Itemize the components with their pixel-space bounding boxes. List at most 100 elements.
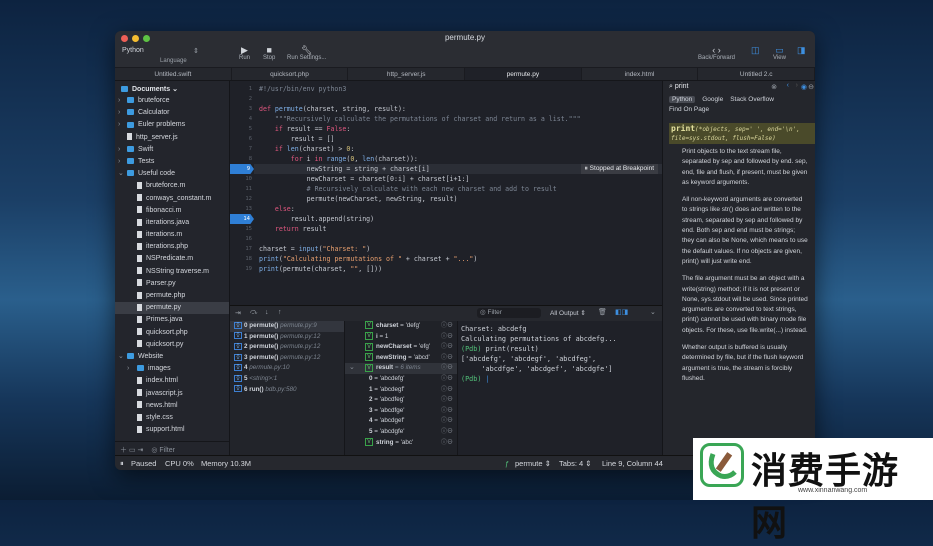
chevron-down-icon[interactable]: ⌄	[118, 168, 124, 180]
sidebar-header[interactable]: Documents ⌄	[115, 81, 229, 95]
sidebar-item[interactable]: Primes.java	[115, 314, 229, 326]
sidebar-item[interactable]: bruteforce.m	[115, 180, 229, 192]
stack-frame[interactable]: {} 4 permute.py:10	[230, 363, 344, 374]
variable-row[interactable]: Vstring = 'abc' ⓘ⊖	[345, 437, 457, 449]
sidebar-filter-input[interactable]: Filter	[159, 447, 175, 454]
console-filter-input[interactable]: ◎ Filter	[477, 308, 541, 318]
debug-console[interactable]: Charset: abcdefg Calculating permutations…	[458, 321, 662, 455]
line-number[interactable]: 10	[230, 174, 252, 184]
stack-frame[interactable]: {} 6 run() bdb.py:580	[230, 385, 344, 396]
docs-tab-python[interactable]: Python	[669, 96, 696, 103]
inspect-icons[interactable]: ⓘ⊖	[441, 321, 453, 332]
sidebar-item[interactable]: › Swift	[115, 144, 229, 156]
back-forward-button[interactable]: ‹ › Back/Forward	[698, 45, 735, 61]
new-folder-icon[interactable]: ▭	[129, 447, 136, 454]
chevron-right-icon[interactable]: ›	[118, 144, 120, 156]
docs-tab-find-on-page[interactable]: Find On Page	[669, 106, 709, 113]
run-settings-button[interactable]: 🔧︎ Run Settings...	[287, 45, 326, 61]
variable-row[interactable]: 0 = 'abcdefg' ⓘ⊖	[345, 374, 457, 385]
sidebar-item[interactable]: javascript.js	[115, 388, 229, 400]
line-number[interactable]: 4	[230, 114, 252, 124]
inspect-icons[interactable]: ⓘ⊖	[441, 427, 453, 438]
trash-icon[interactable]: 🗑︎	[598, 308, 607, 316]
variable-row[interactable]: VnewString = 'abcd' ⓘ⊖	[345, 353, 457, 364]
sidebar-item[interactable]: ⌄ Useful code	[115, 168, 229, 180]
docs-search-input[interactable]: print	[675, 83, 689, 90]
variable-row[interactable]: VnewCharset = 'efg' ⓘ⊖	[345, 342, 457, 353]
step-into-icon[interactable]: ↓	[265, 309, 269, 316]
variable-row[interactable]: 4 = 'abcdgef' ⓘ⊖	[345, 416, 457, 427]
run-button[interactable]: ▶ Run	[239, 45, 250, 61]
breakpoint-marker[interactable]: 14	[230, 214, 254, 224]
line-number[interactable]: 18	[230, 254, 252, 264]
line-number[interactable]: 11	[230, 184, 252, 194]
stop-button[interactable]: ■ Stop	[263, 45, 275, 61]
line-number[interactable]: 2	[230, 94, 252, 104]
chevron-right-icon[interactable]: ›	[118, 156, 120, 168]
sidebar-item[interactable]: conways_constant.m	[115, 193, 229, 205]
sidebar-item[interactable]: permute.php	[115, 290, 229, 302]
sidebar-item[interactable]: news.html	[115, 400, 229, 412]
line-number[interactable]: 1	[230, 84, 252, 94]
line-number[interactable]: 13	[230, 204, 252, 214]
sidebar-item[interactable]: › Calculator	[115, 107, 229, 119]
line-number[interactable]: 17	[230, 244, 252, 254]
variable-row[interactable]: 5 = 'abcdgfe' ⓘ⊖	[345, 427, 457, 438]
chevron-down-icon[interactable]: ⌄	[650, 308, 656, 316]
sidebar-item[interactable]: › Tests	[115, 156, 229, 168]
sidebar-item[interactable]: iterations.m	[115, 229, 229, 241]
tabs-select[interactable]: Tabs: 4 ⇕	[559, 459, 592, 468]
line-number[interactable]: 19	[230, 264, 252, 274]
variable-row[interactable]: 3 = 'abcdfge' ⓘ⊖	[345, 406, 457, 417]
toggle-sidebar-button[interactable]: ◫	[751, 45, 760, 55]
variable-row[interactable]: Vi = 1 ⓘ⊖	[345, 331, 457, 343]
chevron-right-icon[interactable]: ›	[127, 363, 129, 375]
inspect-icons[interactable]: ⓘ⊖	[441, 385, 453, 396]
inspect-icons[interactable]: ⓘ⊖	[441, 395, 453, 406]
line-number[interactable]: 12	[230, 194, 252, 204]
sidebar-item[interactable]: › bruteforce	[115, 95, 229, 107]
chevron-down-icon[interactable]: ⌄	[118, 351, 124, 363]
sidebar-item[interactable]: Parser.py	[115, 278, 229, 290]
tab-untitled-swift[interactable]: Untitled.swift	[115, 68, 232, 80]
chevron-right-icon[interactable]: ›	[796, 82, 798, 89]
inspect-icons[interactable]: ⓘ⊖	[441, 342, 453, 353]
docs-tab-google[interactable]: Google	[702, 96, 723, 103]
chevron-right-icon[interactable]: ›	[118, 119, 120, 131]
sidebar-item[interactable]: permute.py	[115, 302, 229, 315]
inspect-icons[interactable]: ⓘ⊖	[441, 438, 453, 449]
stack-frame[interactable]: {} 0 permute() permute.py:9	[230, 321, 344, 332]
inspect-icons[interactable]: ⓘ⊖	[441, 363, 453, 374]
inspect-icons[interactable]: ⓘ⊖	[441, 353, 453, 364]
split-view-icon[interactable]: ◧◨	[615, 308, 628, 316]
sidebar-item[interactable]: fibonacci.m	[115, 205, 229, 217]
sidebar-item[interactable]: ⌄ Website	[115, 351, 229, 363]
sidebar-item[interactable]: index.html	[115, 375, 229, 387]
stack-frame[interactable]: {} 5 <string>:1	[230, 374, 344, 385]
inspect-icons[interactable]: ⓘ⊖	[441, 374, 453, 385]
chevron-down-icon[interactable]: ⌄	[349, 363, 355, 374]
docs-tab-stack-overflow[interactable]: Stack Overflow	[730, 96, 774, 103]
line-number[interactable]: 3	[230, 104, 252, 114]
eye-icon[interactable]: ◉	[801, 83, 807, 91]
line-number[interactable]: 7	[230, 144, 252, 154]
tab-permute-py[interactable]: permute.py	[465, 68, 582, 80]
line-number[interactable]: 15	[230, 224, 252, 234]
stack-frame[interactable]: {} 3 permute() permute.py:12	[230, 353, 344, 364]
sidebar-item[interactable]: › images	[115, 363, 229, 375]
tab-index-html[interactable]: index.html	[582, 68, 699, 80]
chevron-right-icon[interactable]: ›	[118, 107, 120, 119]
minus-icon[interactable]: ⊖	[808, 83, 814, 91]
sidebar-item[interactable]: style.css	[115, 412, 229, 424]
sidebar-item[interactable]: support.html	[115, 424, 229, 436]
variable-row[interactable]: 2 = 'abcdfeg' ⓘ⊖	[345, 395, 457, 406]
chevron-left-icon[interactable]: ‹	[787, 82, 789, 89]
sidebar-item[interactable]: NSString traverse.m	[115, 266, 229, 278]
inspect-icons[interactable]: ⓘ⊖	[441, 332, 453, 343]
breakpoint-marker[interactable]: 9	[230, 164, 254, 174]
function-select[interactable]: permute ⇕	[515, 459, 551, 468]
step-over-icon[interactable]: ⤼	[250, 309, 257, 317]
line-number[interactable]: 8	[230, 154, 252, 164]
line-number[interactable]: 5	[230, 124, 252, 134]
continue-icon[interactable]: ⇥	[235, 309, 241, 317]
